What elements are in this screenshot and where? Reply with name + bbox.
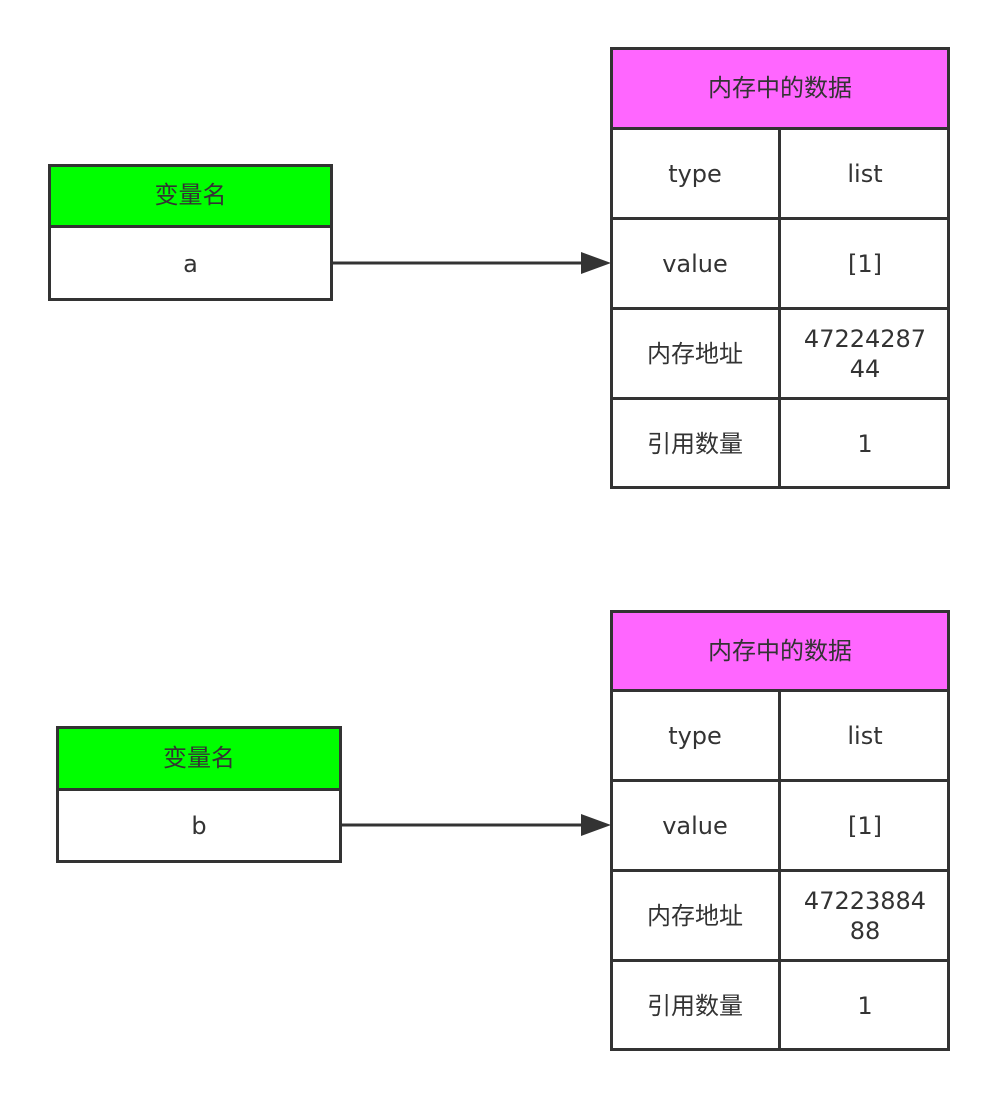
row-value-type: list	[847, 722, 883, 750]
memory-header: 内存中的数据	[610, 47, 950, 129]
row-label-address: 内存地址	[647, 902, 743, 930]
divider	[778, 127, 781, 489]
divider	[56, 788, 342, 791]
divider	[48, 225, 333, 228]
row-value-address: 4722388488	[803, 887, 927, 945]
row-label-type: type	[668, 160, 722, 188]
row-value-value: [1]	[848, 812, 882, 840]
arrow-b-to-memory	[341, 814, 611, 836]
divider	[778, 689, 781, 1051]
variable-box-b: 变量名 b	[56, 726, 342, 863]
row-label-refcount: 引用数量	[647, 992, 743, 1020]
memory-header: 内存中的数据	[610, 610, 950, 691]
row-value-refcount: 1	[857, 992, 873, 1020]
row-label-value: value	[662, 250, 728, 278]
row-label-refcount: 引用数量	[647, 430, 743, 458]
row-value-value: [1]	[848, 250, 882, 278]
memory-table-b: 内存中的数据 type list value [1] 内存地址 47223884…	[610, 610, 950, 1051]
variable-box-a: 变量名 a	[48, 164, 333, 301]
row-label-address: 内存地址	[647, 340, 743, 368]
row-label-type: type	[668, 722, 722, 750]
variable-name: b	[191, 812, 207, 840]
row-value-address: 4722428744	[803, 325, 927, 383]
arrow-a-to-memory	[333, 252, 611, 274]
memory-table-a: 内存中的数据 type list value [1] 内存地址 47224287…	[610, 47, 950, 489]
variable-header: 变量名	[56, 726, 342, 789]
variable-header: 变量名	[48, 164, 333, 226]
row-value-refcount: 1	[857, 430, 873, 458]
row-value-type: list	[847, 160, 883, 188]
row-label-value: value	[662, 812, 728, 840]
variable-name: a	[183, 249, 198, 278]
